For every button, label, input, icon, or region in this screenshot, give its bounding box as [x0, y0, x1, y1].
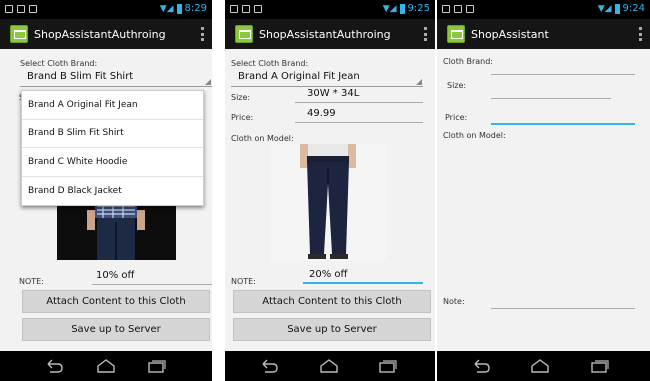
screenshots-composite: ▼◢ 8:29 ShopAssistantAuthroing Select Cl…: [0, 0, 650, 381]
battery-icon: [176, 3, 182, 14]
status-time: 9:25: [407, 3, 430, 14]
attach-content-button[interactable]: Attach Content to this Cloth: [22, 290, 210, 313]
price-value: [491, 109, 635, 125]
brand-spinner[interactable]: Brand B Slim Fit Shirt: [20, 69, 212, 87]
note-value: [491, 293, 635, 309]
action-bar: ShopAssistantAuthroing: [225, 19, 435, 49]
dropdown-option[interactable]: Brand D Black Jacket: [22, 177, 203, 206]
save-to-server-button[interactable]: Save up to Server: [22, 318, 210, 341]
app-title: ShopAssistantAuthroing: [34, 27, 166, 41]
back-icon[interactable]: [44, 358, 64, 374]
note-label: NOTE:: [231, 277, 256, 286]
back-icon[interactable]: [471, 358, 491, 374]
screen-shop-assistant: ▼◢ 9:24 ShopAssistant Cloth Brand: Size:…: [437, 0, 650, 381]
recent-apps-icon[interactable]: [590, 358, 610, 374]
navigation-bar: [0, 351, 212, 381]
select-brand-label: Select Cloth Brand:: [231, 59, 309, 68]
notification-icons: [442, 5, 474, 13]
home-icon[interactable]: [96, 358, 116, 374]
back-icon[interactable]: [259, 358, 279, 374]
form: Select Cloth Brand: Brand A Original Fit…: [225, 49, 435, 351]
notification-icon: [242, 5, 250, 13]
dropdown-option[interactable]: Brand C White Hoodie: [22, 148, 203, 177]
select-brand-label: Select Cloth Brand:: [20, 59, 98, 68]
notification-icon: [466, 5, 474, 13]
notification-icons: [230, 5, 262, 13]
screen-authoring-selected: ▼◢ 9:25 ShopAssistantAuthroing Select Cl…: [225, 0, 435, 381]
home-icon[interactable]: [530, 358, 550, 374]
note-label: Note:: [443, 297, 465, 306]
notification-icon: [230, 5, 238, 13]
navigation-bar: [225, 351, 435, 381]
model-photo: [57, 204, 176, 260]
cloth-brand-value: [491, 59, 635, 75]
notification-icon: [254, 5, 262, 13]
overflow-menu-icon[interactable]: [639, 27, 642, 41]
cloth-on-model-label: Cloth on Model:: [231, 134, 294, 143]
status-time: 9:24: [622, 3, 645, 14]
app-icon[interactable]: [447, 25, 465, 43]
notification-icon: [454, 5, 462, 13]
cloth-brand-label: Cloth Brand:: [443, 57, 493, 66]
price-input[interactable]: 49.99: [295, 107, 423, 123]
app-icon[interactable]: [235, 25, 253, 43]
home-icon[interactable]: [319, 358, 339, 374]
model-photo: [270, 144, 387, 261]
wifi-icon: ▼◢: [597, 3, 612, 14]
recent-apps-icon[interactable]: [147, 358, 167, 374]
dropdown-option[interactable]: Brand A Original Fit Jean: [22, 91, 203, 120]
size-input[interactable]: 30W * 34L: [295, 87, 423, 103]
note-label: NOTE:: [19, 277, 44, 286]
size-label: Size:: [447, 81, 467, 90]
cloth-on-model-label: Cloth on Model:: [443, 131, 506, 140]
battery-icon: [399, 3, 405, 14]
dropdown-option[interactable]: Brand B Slim Fit Shirt: [22, 120, 203, 148]
note-input[interactable]: 20% off: [303, 268, 423, 284]
notification-icons: [5, 5, 37, 13]
attach-content-button[interactable]: Attach Content to this Cloth: [233, 290, 431, 313]
notification-icon: [442, 5, 450, 13]
status-bar: ▼◢ 9:25: [225, 0, 435, 19]
app-icon[interactable]: [10, 25, 28, 43]
overflow-menu-icon[interactable]: [201, 27, 204, 41]
navigation-bar: [437, 351, 650, 381]
overflow-menu-icon[interactable]: [424, 27, 427, 41]
size-label: Size:: [231, 93, 251, 102]
brand-dropdown-list: Brand A Original Fit Jean Brand B Slim F…: [21, 90, 204, 206]
action-bar: ShopAssistantAuthroing: [0, 19, 212, 49]
app-title: ShopAssistantAuthroing: [259, 27, 391, 41]
form: Select Cloth Brand: Brand B Slim Fit Shi…: [0, 49, 212, 351]
screen-authoring-dropdown: ▼◢ 8:29 ShopAssistantAuthroing Select Cl…: [0, 0, 212, 381]
note-input[interactable]: 10% off: [92, 269, 212, 285]
notification-icon: [5, 5, 13, 13]
save-to-server-button[interactable]: Save up to Server: [233, 318, 431, 341]
notification-icon: [17, 5, 25, 13]
details: Cloth Brand: Size: Price: Cloth on Model…: [437, 49, 650, 351]
status-bar: ▼◢ 9:24: [437, 0, 650, 19]
action-bar: ShopAssistant: [437, 19, 650, 49]
brand-spinner[interactable]: Brand A Original Fit Jean: [231, 69, 423, 87]
status-time: 8:29: [184, 3, 207, 14]
price-label: Price:: [445, 113, 468, 122]
status-bar: ▼◢ 8:29: [0, 0, 212, 19]
notification-icon: [29, 5, 37, 13]
battery-icon: [614, 3, 620, 14]
price-label: Price:: [231, 113, 254, 122]
size-value: [491, 83, 611, 99]
wifi-icon: ▼◢: [382, 3, 397, 14]
app-title: ShopAssistant: [471, 27, 549, 41]
wifi-icon: ▼◢: [159, 3, 174, 14]
recent-apps-icon[interactable]: [378, 358, 398, 374]
